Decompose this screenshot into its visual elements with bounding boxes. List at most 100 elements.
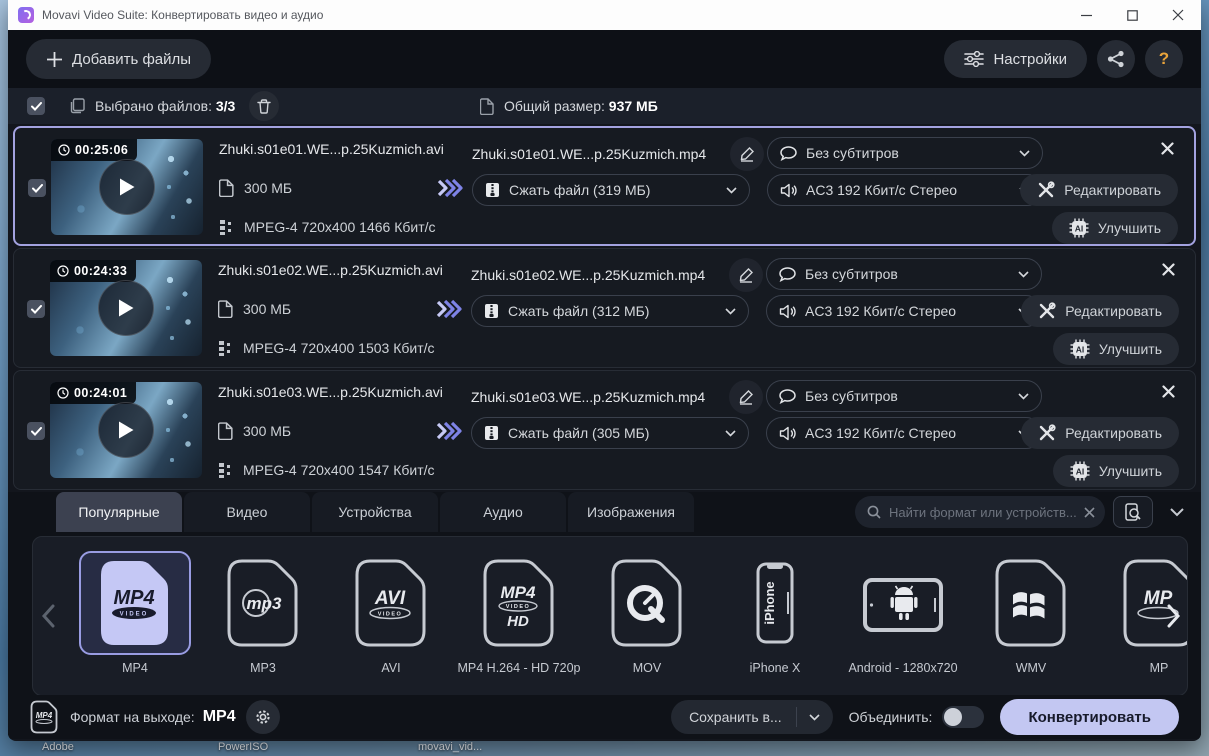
gear-icon [256, 710, 270, 724]
clear-search-icon[interactable] [1084, 506, 1095, 518]
convert-button[interactable]: Конвертировать [1000, 699, 1179, 735]
clock-icon [57, 387, 69, 399]
video-thumbnail[interactable]: 00:24:01 [50, 382, 202, 478]
file-checkbox[interactable] [28, 179, 46, 197]
file-checkbox[interactable] [27, 422, 45, 440]
rename-button[interactable] [729, 258, 763, 292]
quicktime-file-icon [611, 559, 682, 647]
svg-text:AVI: AVI [374, 588, 406, 609]
rename-button[interactable] [729, 380, 763, 414]
video-thumbnail[interactable]: 00:24:33 [50, 260, 202, 356]
file-checkbox[interactable] [27, 300, 45, 318]
convert-arrow-icon [437, 178, 463, 198]
share-button[interactable] [1097, 40, 1135, 78]
chevron-down-icon [725, 307, 736, 315]
tab-audio[interactable]: Аудио [440, 492, 566, 532]
play-button[interactable] [98, 280, 154, 336]
play-button[interactable] [98, 402, 154, 458]
chevron-right-icon [1167, 604, 1181, 628]
format-settings-button[interactable] [245, 700, 280, 734]
format-label: MP4 H.264 - HD 720p [457, 661, 581, 675]
tab-images[interactable]: Изображения [568, 492, 694, 532]
svg-text:AI: AI [1076, 467, 1085, 477]
edit-button[interactable]: Редактировать [1021, 417, 1179, 449]
play-icon [119, 299, 134, 317]
format-card-avi[interactable]: AVI VIDEO AVI [327, 551, 455, 695]
compress-dropdown[interactable]: Сжать файл (312 МБ) [471, 295, 749, 327]
audio-dropdown[interactable]: AC3 192 Кбит/с Стерео [766, 417, 1042, 449]
chevron-left-icon [41, 604, 55, 628]
clock-icon [58, 144, 70, 156]
svg-text:VIDEO: VIDEO [120, 612, 149, 618]
carousel-next-button[interactable] [1167, 604, 1181, 628]
speech-bubble-icon [779, 266, 796, 282]
help-button[interactable]: ? [1145, 40, 1183, 78]
audio-dropdown[interactable]: AC3 192 Кбит/с Стерео [766, 295, 1042, 327]
maximize-button[interactable] [1109, 0, 1155, 30]
output-format-mini-icon: MP4 [30, 700, 58, 734]
format-card-mp3[interactable]: mp3 MP3 [199, 551, 327, 695]
tab-video[interactable]: Видео [184, 492, 310, 532]
file-icon [218, 300, 233, 318]
source-size: 300 МБ [244, 180, 293, 196]
search-input[interactable] [889, 504, 1076, 520]
mpg-file-icon: MP [1123, 559, 1187, 647]
audio-dropdown[interactable]: AC3 192 Кбит/с Стерео [767, 174, 1043, 206]
edit-button[interactable]: Редактировать [1021, 295, 1179, 327]
source-filename: Zhuki.s01e03.WE...p.25Kuzmich.avi [218, 384, 443, 400]
format-card-mp4[interactable]: MP4 VIDEO MP4 [71, 551, 199, 695]
speaker-icon [779, 304, 796, 318]
compress-dropdown[interactable]: Сжать файл (319 МБ) [472, 174, 750, 206]
carousel-prev-button[interactable] [41, 604, 55, 628]
subtitles-dropdown[interactable]: Без субтитров [766, 258, 1042, 290]
ai-chip-icon: AI [1070, 339, 1090, 359]
save-to-button[interactable]: Сохранить в... [671, 700, 833, 734]
settings-button[interactable]: Настройки [944, 40, 1087, 78]
format-section: Популярные Видео Устройства Аудио Изобра… [8, 492, 1201, 739]
format-label: MP [1149, 661, 1169, 675]
collapse-panel-button[interactable] [1163, 498, 1191, 526]
tab-devices[interactable]: Устройства [312, 492, 438, 532]
remove-file-button[interactable] [1157, 258, 1179, 280]
format-card-mp4-hd[interactable]: MP4 VIDEO HD MP4 H.264 - HD 720p [455, 551, 583, 695]
svg-text:iPhone: iPhone [762, 581, 777, 624]
add-files-button[interactable]: Добавить файлы [26, 39, 212, 79]
delete-files-button[interactable] [249, 91, 280, 121]
trash-icon [257, 98, 272, 114]
format-search[interactable] [855, 496, 1105, 528]
format-card-iphone-x[interactable]: iPhone iPhone X [711, 551, 839, 695]
format-card-android[interactable]: Android - 1280x720 [839, 551, 967, 695]
browse-formats-button[interactable] [1113, 496, 1153, 528]
remove-file-button[interactable] [1156, 137, 1178, 159]
enhance-button[interactable]: AI Улучшить [1052, 333, 1179, 365]
iphone-icon: iPhone [756, 562, 794, 644]
chevron-down-icon [726, 186, 737, 194]
select-all-checkbox[interactable] [27, 97, 45, 115]
sliders-icon [964, 51, 985, 67]
minimize-button[interactable] [1063, 0, 1109, 30]
speaker-icon [779, 426, 796, 440]
play-button[interactable] [99, 159, 155, 215]
android-tablet-icon [863, 578, 943, 632]
desktop-icon-label: PowerISO [218, 741, 269, 753]
edit-button[interactable]: Редактировать [1020, 174, 1178, 206]
file-icon [219, 179, 234, 197]
subtitles-dropdown[interactable]: Без субтитров [767, 137, 1043, 169]
output-filename: Zhuki.s01e03.WE...p.25Kuzmich.mp4 [471, 389, 706, 405]
video-thumbnail[interactable]: 00:25:06 [51, 139, 203, 235]
format-label: Android - 1280x720 [848, 661, 958, 675]
codec-grid-icon [219, 341, 230, 356]
enhance-button[interactable]: AI Улучшить [1052, 455, 1179, 487]
subtitles-dropdown[interactable]: Без субтитров [766, 380, 1042, 412]
remove-file-button[interactable] [1157, 380, 1179, 402]
rename-button[interactable] [730, 137, 764, 171]
format-card-mov[interactable]: MOV [583, 551, 711, 695]
close-button[interactable] [1155, 0, 1201, 30]
format-label: MOV [632, 661, 662, 675]
merge-toggle[interactable] [942, 706, 985, 728]
enhance-button[interactable]: AI Улучшить [1051, 212, 1178, 244]
format-card-wmv[interactable]: WMV [967, 551, 1095, 695]
file-row: 00:24:01 Zhuki.s01e03.WE...p.25Kuzmich.a… [13, 370, 1196, 490]
tab-popular[interactable]: Популярные [56, 492, 182, 532]
compress-dropdown[interactable]: Сжать файл (305 МБ) [471, 417, 749, 449]
